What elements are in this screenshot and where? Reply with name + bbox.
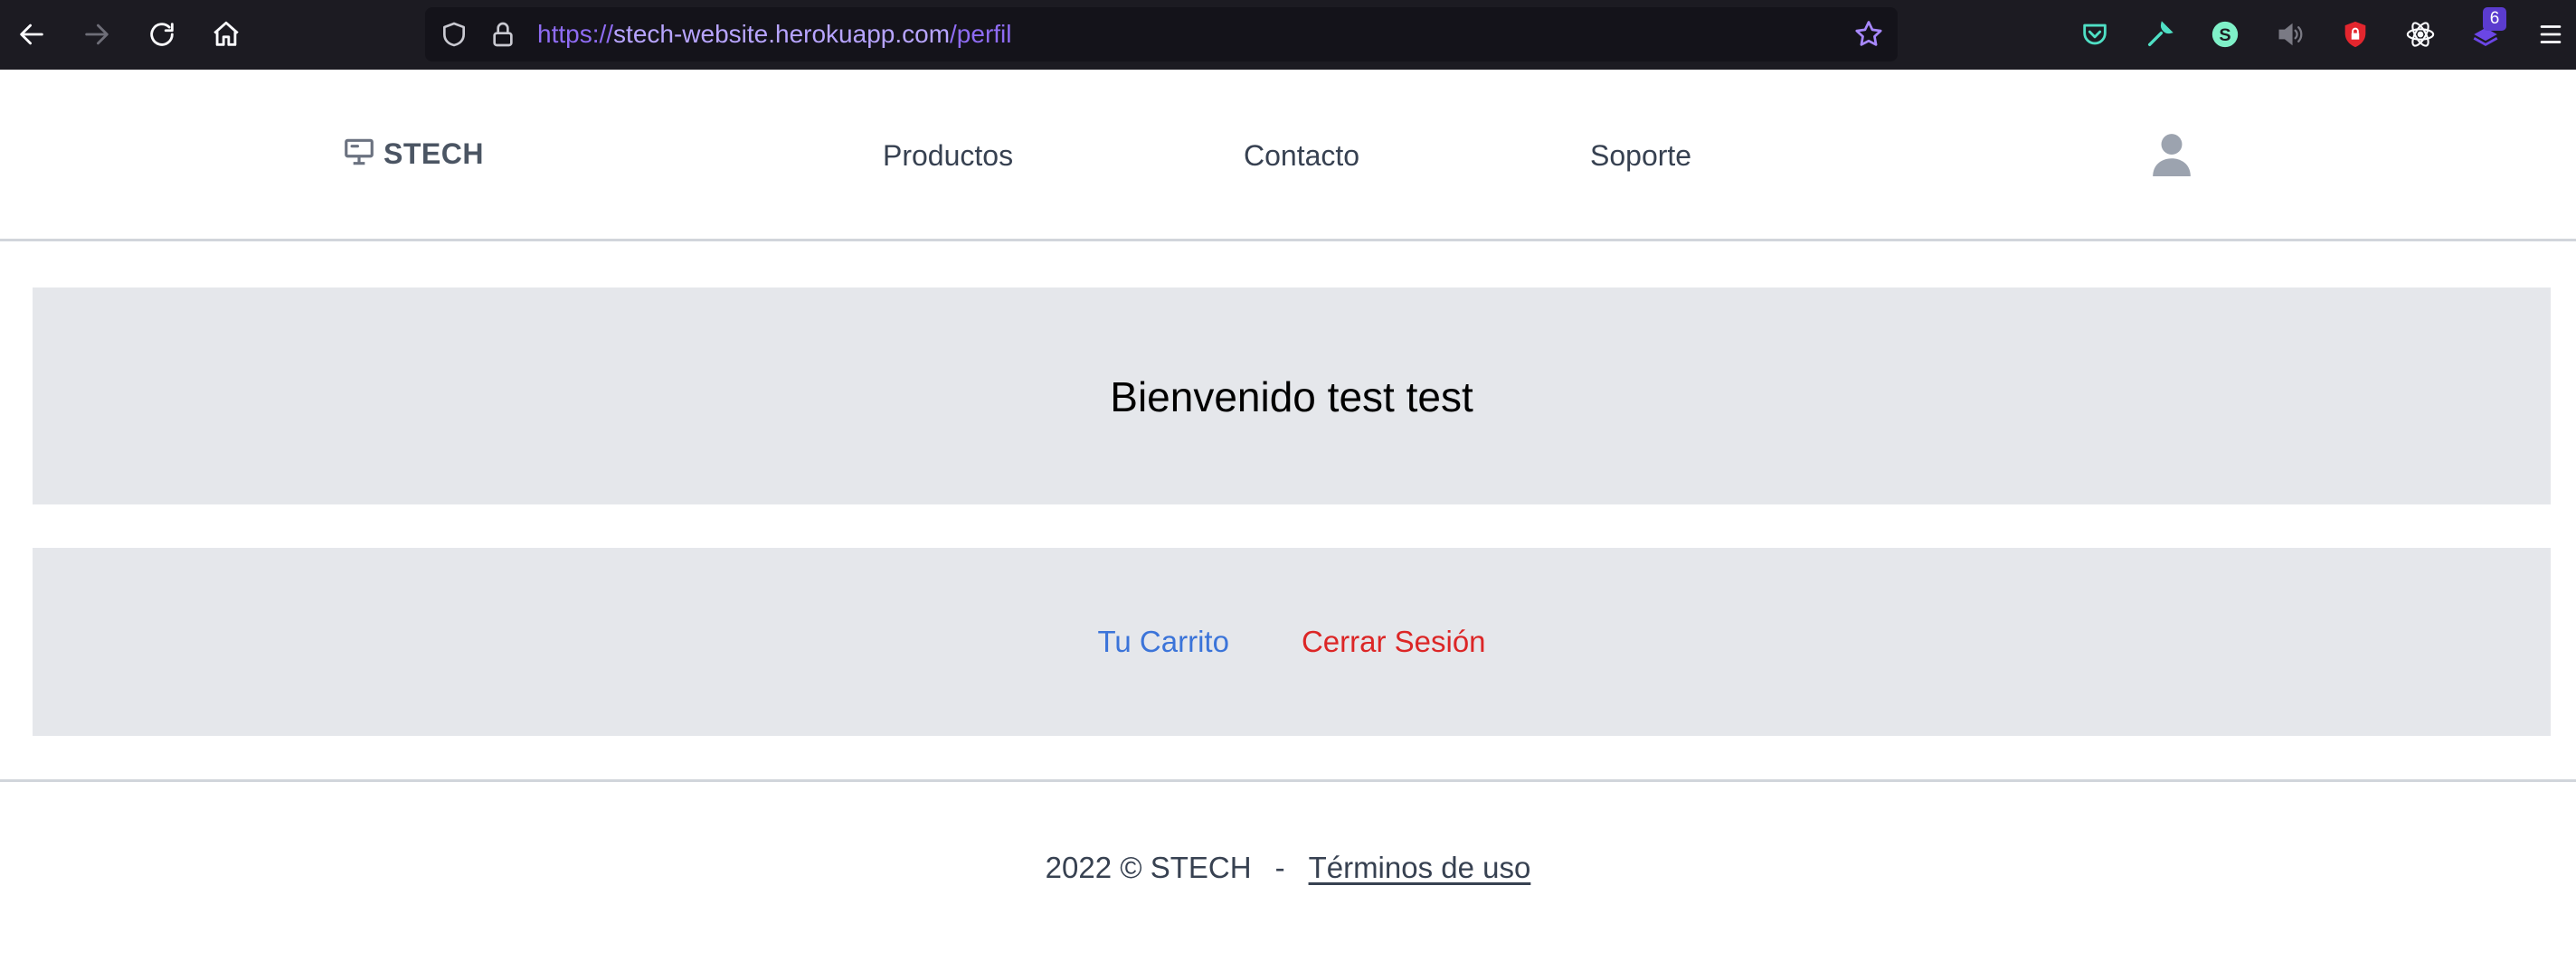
- bookmark-star-icon[interactable]: [1852, 18, 1885, 55]
- logout-link[interactable]: Cerrar Sesión: [1302, 625, 1486, 658]
- logo[interactable]: STECH: [342, 135, 484, 174]
- footer: 2022 © STECH - Términos de uso: [0, 850, 2576, 886]
- back-arrow-icon[interactable]: [10, 13, 53, 56]
- extension-badge: 6: [2483, 7, 2506, 31]
- browser-toolbar: https://stech-website.herokuapp.com/perf…: [0, 0, 2576, 70]
- logo-text: STECH: [384, 137, 484, 170]
- site-header: STECH Productos Contacto Soporte: [0, 70, 2576, 241]
- url-host: stech-website.herokuapp.com: [613, 20, 951, 48]
- nav-link-contacto[interactable]: Contacto: [1244, 138, 1359, 173]
- reload-icon[interactable]: [140, 13, 184, 56]
- nav-link-soporte[interactable]: Soporte: [1590, 138, 1691, 173]
- url-path: /perfil: [950, 20, 1012, 48]
- copyright-text: 2022 © STECH: [1045, 851, 1252, 884]
- pocket-icon[interactable]: [2073, 13, 2117, 56]
- cart-link[interactable]: Tu Carrito: [1097, 625, 1228, 658]
- url-protocol: https://: [537, 20, 614, 48]
- shield-icon[interactable]: [440, 19, 469, 54]
- footer-divider: [0, 779, 2576, 782]
- monitor-icon: [342, 135, 376, 174]
- url-text[interactable]: https://stech-website.herokuapp.com/perf…: [537, 20, 1012, 49]
- speaker-icon[interactable]: [2268, 13, 2312, 56]
- svg-text:S: S: [2219, 25, 2230, 45]
- home-icon[interactable]: [204, 13, 248, 56]
- terms-link[interactable]: Términos de uso: [1309, 851, 1531, 884]
- nav-link-productos[interactable]: Productos: [883, 138, 1013, 173]
- url-bar[interactable]: https://stech-website.herokuapp.com/perf…: [425, 7, 1898, 61]
- welcome-panel: Bienvenido test test: [33, 287, 2551, 504]
- lock-icon[interactable]: [488, 19, 517, 54]
- hamburger-menu-icon[interactable]: [2529, 13, 2572, 56]
- profile-actions: Tu Carrito Cerrar Sesión: [33, 624, 2551, 660]
- actions-panel: Tu Carrito Cerrar Sesión: [33, 548, 2551, 736]
- react-icon[interactable]: [2399, 13, 2442, 56]
- s-extension-icon[interactable]: S: [2203, 13, 2247, 56]
- forward-arrow-icon[interactable]: [75, 13, 118, 56]
- welcome-title: Bienvenido test test: [1110, 373, 1473, 420]
- shield-lock-extension-icon[interactable]: [2334, 13, 2377, 56]
- wrench-icon[interactable]: [2138, 13, 2182, 56]
- user-icon[interactable]: [2153, 131, 2191, 181]
- footer-separator: -: [1274, 851, 1285, 884]
